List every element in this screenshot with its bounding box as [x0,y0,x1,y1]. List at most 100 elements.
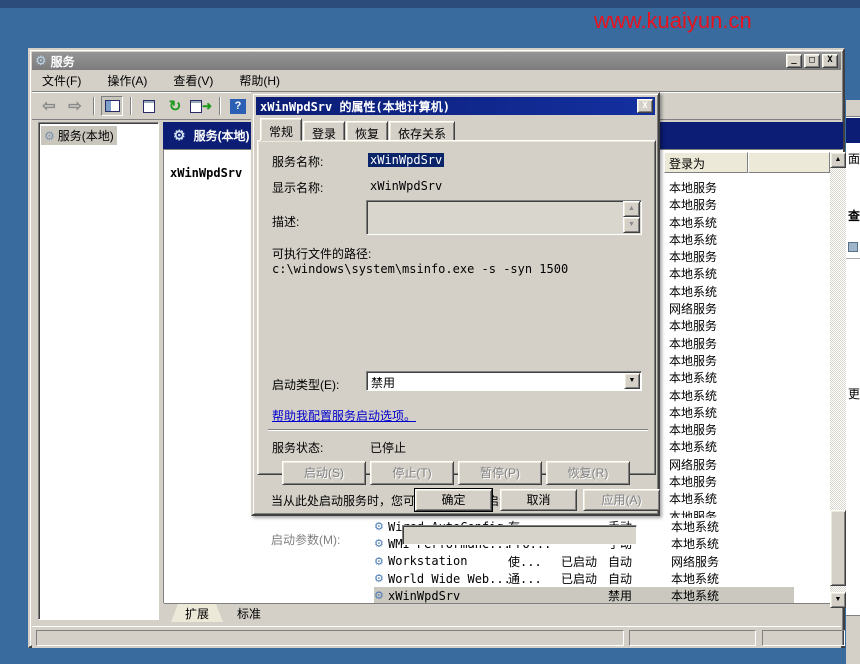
window-titlebar[interactable]: ⚙ 服务 _ □ X [32,52,841,70]
service-status-value: 已停止 [370,439,406,456]
chevron-down-icon[interactable]: ▼ [624,373,640,389]
service-status-label: 服务状态: [272,439,323,456]
minimize-button[interactable]: _ [786,54,802,68]
service-name-selected-text: xWinWpdSrv [368,153,444,167]
logon-as-column-values: 本地服务本地服务本地系统本地系统本地服务本地系统本地系统网络服务本地服务本地服务… [669,179,789,525]
tab-general[interactable]: 常规 [260,118,302,141]
dialog-titlebar[interactable]: xWinWpdSrv 的属性(本地计算机) X [256,97,655,115]
service-name-cell: World Wide Web... [388,572,508,586]
menu-bar: 文件(F) 操作(A) 查看(V) 帮助(H) [32,70,841,92]
export-arrow-glyph: ➜ [202,99,212,113]
menu-help[interactable]: 帮助(H) [239,72,280,89]
maximize-button[interactable]: □ [804,54,820,68]
cancel-button[interactable]: 取消 [500,489,577,511]
status-panel [36,630,624,646]
start-button[interactable]: 启动(S) [282,461,366,485]
start-params-input[interactable] [402,525,637,545]
resume-button[interactable]: 恢复(R) [546,461,630,485]
service-properties-dialog: xWinWpdSrv 的属性(本地计算机) X 常规 登录 恢复 依存关系 服务… [251,92,660,516]
description-scroll-up-icon[interactable]: ▲ [623,201,640,217]
back-arrow-glyph: ⇦ [42,96,55,116]
dialog-title: xWinWpdSrv 的属性(本地计算机) [260,98,450,115]
refresh-glyph: ↻ [169,97,182,115]
description-scroll-down-icon[interactable]: ▼ [623,217,640,233]
properties-glyph [143,100,155,113]
back-icon[interactable]: ⇦ [38,96,60,116]
fragment-text: 面 [848,150,860,167]
refresh-icon[interactable]: ↻ [164,96,186,116]
tree-item-services-local[interactable]: ⚙ 服务(本地) [41,126,117,145]
service-row[interactable]: ⚙xWinWpdSrv禁用本地系统 [374,587,794,604]
logon-as-cell: 本地系统 [669,231,789,248]
service-gear-icon: ⚙ [374,589,388,602]
start-params-label: 启动参数(M): [271,531,340,548]
ok-button[interactable]: 确定 [415,489,492,511]
console-tree-glyph [105,100,120,112]
service-row[interactable]: ⚙World Wide Web...通...已启动自动本地系统 [374,570,794,587]
scroll-down-icon[interactable]: ▼ [830,592,846,608]
properties-icon[interactable] [138,96,160,116]
show-console-tree-icon[interactable] [101,96,123,116]
menu-file[interactable]: 文件(F) [42,72,81,89]
display-name-label: 显示名称: [272,179,323,196]
service-name-cell: Workstation [388,554,508,568]
tab-logon[interactable]: 登录 [303,121,345,141]
description-label: 描述: [272,213,299,230]
status-panel [762,630,845,646]
tab-standard[interactable]: 标准 [223,604,275,622]
logon-as-cell: 本地服务 [669,421,789,438]
help-icon[interactable]: ? [227,96,249,116]
scrollbar-thumb[interactable] [830,510,846,586]
logon-as-cell: 本地服务 [669,196,789,213]
pane-header-title: 服务(本地) [194,127,250,144]
pause-button[interactable]: 暂停(P) [458,461,542,485]
status-panel [629,630,756,646]
fragment-text: 查 [848,207,860,224]
services-gear-icon: ⚙ [173,127,186,144]
scroll-up-icon[interactable]: ▲ [830,152,846,168]
startup-options-help-link[interactable]: 帮助我配置服务启动选项。 [272,407,416,424]
fragment-icon [848,242,858,252]
apply-button[interactable]: 应用(A) [583,489,660,511]
fragment-bottom-strip [846,615,860,664]
logon-as-cell: 网络服务 [669,456,789,473]
column-header-empty[interactable] [748,152,830,173]
startup-type-select[interactable]: 禁用 ▼ [366,371,642,391]
logon-as-cell: 本地系统 [669,369,789,386]
tab-extended[interactable]: 扩展 [171,604,223,622]
tab-dependencies[interactable]: 依存关系 [389,121,455,141]
service-logon-as-cell: 网络服务 [671,553,761,570]
stop-button[interactable]: 停止(T) [370,461,454,485]
service-logon-as-cell: 本地系统 [671,535,761,552]
menu-view[interactable]: 查看(V) [173,72,213,89]
column-header-logon-as[interactable]: 登录为 [664,152,748,173]
export-list-icon[interactable]: ➜ [190,96,212,116]
logon-as-cell: 本地服务 [669,248,789,265]
logon-as-cell: 本地服务 [669,473,789,490]
logon-as-cell: 网络服务 [669,300,789,317]
dialog-close-icon[interactable]: X [637,99,653,113]
fragment-toolbar-strip [846,100,860,117]
service-name-label: 服务名称: [272,153,323,170]
logon-as-cell: 本地服务 [669,179,789,196]
service-status-cell: 已启动 [561,553,608,570]
close-button[interactable]: X [822,54,838,68]
path-label: 可执行文件的路径: [272,245,371,262]
service-logon-as-cell: 本地系统 [671,518,761,535]
toolbar-separator [130,97,131,115]
forward-icon[interactable]: ⇨ [64,96,86,116]
services-gear-icon: ⚙ [44,129,55,143]
vertical-scrollbar[interactable]: ▲ ▼ [830,152,846,608]
service-description-cell: 通... [508,570,561,587]
tab-recovery[interactable]: 恢复 [346,121,388,141]
fragment-header-strip [846,118,860,143]
startup-type-label: 启动类型(E): [272,376,339,393]
description-field[interactable]: ▲ ▼ [366,200,642,235]
service-startup-type-cell: 自动 [608,553,671,570]
background-window-fragment: 面 查 更 [846,100,860,664]
menu-action[interactable]: 操作(A) [107,72,147,89]
logon-as-cell: 本地服务 [669,335,789,352]
service-startup-type-cell: 自动 [608,570,671,587]
service-row[interactable]: ⚙Workstation使...已启动自动网络服务 [374,553,794,570]
divider [846,258,860,259]
